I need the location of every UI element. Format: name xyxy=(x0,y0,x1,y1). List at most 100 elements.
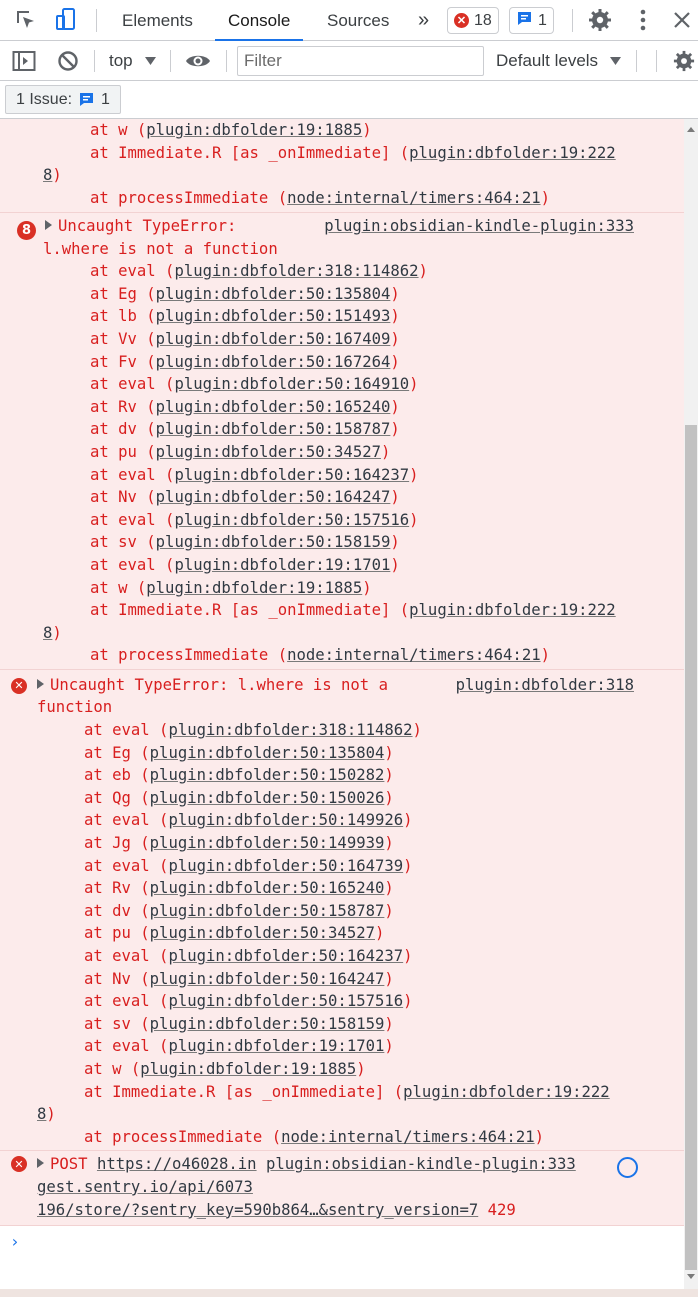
stack-link[interactable]: node:internal/timers:464:21 xyxy=(281,1128,534,1146)
message-icon xyxy=(80,93,94,106)
show-sidebar-icon[interactable] xyxy=(10,47,38,75)
stack-link[interactable]: plugin:dbfolder:19:1885 xyxy=(140,1060,356,1078)
stack-line: at eval (plugin:dbfolder:50:164910) xyxy=(43,375,419,394)
dropdown-arrow-icon xyxy=(610,57,622,65)
stack-link[interactable]: plugin:dbfolder:50:158787 xyxy=(150,902,385,920)
stack-line: at processImmediate (node:internal/timer… xyxy=(43,188,550,207)
console-settings-gear-icon[interactable] xyxy=(670,47,698,75)
stack-link[interactable]: plugin:dbfolder:19:1701 xyxy=(174,556,390,574)
console-message-grouped-error[interactable]: 8 Uncaught TypeError: plugin:obsidian-kin… xyxy=(0,213,684,670)
stack-link[interactable]: plugin:dbfolder:50:157516 xyxy=(168,992,403,1010)
context-value: top xyxy=(109,51,133,70)
tab-sources[interactable]: Sources xyxy=(327,0,389,41)
stack-link[interactable]: plugin:dbfolder:50:158159 xyxy=(150,1015,385,1033)
clear-console-icon[interactable] xyxy=(54,47,82,75)
filter-input[interactable] xyxy=(237,46,484,76)
error-count-badge[interactable]: ✕ 18 xyxy=(447,7,499,34)
request-url-line: gest.sentry.io/api/6073 xyxy=(37,1176,678,1199)
stack-link[interactable]: plugin:dbfolder:50:165240 xyxy=(150,879,385,897)
stack-link[interactable]: plugin:dbfolder:318:114862 xyxy=(174,262,418,280)
stack-line: at eval (plugin:dbfolder:318:114862) xyxy=(43,262,428,281)
inspect-element-icon[interactable] xyxy=(12,6,40,34)
scrollbar-thumb[interactable] xyxy=(685,425,697,1270)
message-count-badge[interactable]: 1 xyxy=(509,7,554,34)
stack-link[interactable]: plugin:dbfolder:50:164247 xyxy=(150,970,385,988)
error-header[interactable]: Uncaught TypeError: plugin:obsidian-kindl… xyxy=(45,215,678,238)
network-header[interactable]: POST https://o46028.in plugin:obsidian-k… xyxy=(37,1153,678,1176)
stack-line: at sv (plugin:dbfolder:50:158159) xyxy=(37,1014,394,1033)
device-toolbar-icon[interactable] xyxy=(52,6,80,34)
console-scrollbar[interactable] xyxy=(684,119,698,1289)
stack-link[interactable]: plugin:dbfolder:50:167264 xyxy=(156,353,391,371)
stack-link[interactable]: plugin:dbfolder:50:158787 xyxy=(156,420,391,438)
stack-link[interactable]: plugin:dbfolder:19:1885 xyxy=(146,121,362,139)
stack-link[interactable]: plugin:dbfolder:50:164910 xyxy=(174,375,409,393)
request-url-link[interactable]: gest.sentry.io/api/6073 xyxy=(37,1178,253,1196)
stack-link[interactable]: plugin:dbfolder:50:34527 xyxy=(156,443,381,461)
stack-link[interactable]: 8 xyxy=(37,1105,46,1123)
stack-link[interactable]: node:internal/timers:464:21 xyxy=(287,189,540,207)
toolbar-divider xyxy=(226,50,227,72)
stack-line: at w (plugin:dbfolder:19:1885) xyxy=(43,578,372,597)
stack-link[interactable]: plugin:dbfolder:50:157516 xyxy=(174,511,409,529)
message-source-link[interactable]: plugin:obsidian-kindle-plugin:333 xyxy=(266,1155,576,1173)
stack-link[interactable]: plugin:dbfolder:50:151493 xyxy=(156,307,391,325)
request-url-link[interactable]: https://o46028.in xyxy=(97,1155,257,1173)
issues-button[interactable]: 1 Issue: 1 xyxy=(5,85,121,114)
stack-link[interactable]: plugin:dbfolder:50:149939 xyxy=(150,834,385,852)
console-message-continued: at w (plugin:dbfolder:19:1885) at Immedi… xyxy=(0,119,684,213)
tab-elements[interactable]: Elements xyxy=(122,0,193,41)
stack-line: 8) xyxy=(37,1105,56,1124)
stack-link[interactable]: plugin:dbfolder:50:34527 xyxy=(150,924,375,942)
stack-link[interactable]: 8 xyxy=(43,166,52,184)
console-message-error[interactable]: ✕ Uncaught TypeError: l.where is not a pl… xyxy=(0,669,684,1152)
scroll-up-arrow-icon[interactable] xyxy=(687,127,695,132)
stack-link[interactable]: plugin:dbfolder:19:222 xyxy=(409,601,616,619)
expand-triangle-icon[interactable] xyxy=(37,1158,44,1169)
error-header[interactable]: Uncaught TypeError: l.where is not a plug… xyxy=(37,674,678,697)
stack-link[interactable]: plugin:dbfolder:50:167409 xyxy=(156,330,391,348)
stack-link[interactable]: plugin:dbfolder:19:1885 xyxy=(146,579,362,597)
stack-link[interactable]: plugin:dbfolder:50:164247 xyxy=(156,488,391,506)
stack-line: at processImmediate (node:internal/timer… xyxy=(37,1127,544,1146)
stack-link[interactable]: plugin:dbfolder:50:165240 xyxy=(156,398,391,416)
stack-link[interactable]: plugin:dbfolder:19:1701 xyxy=(168,1037,384,1055)
log-levels-dropdown[interactable]: Default levels xyxy=(496,41,622,81)
message-source-link[interactable]: plugin:obsidian-kindle-plugin:333 xyxy=(324,215,634,238)
tab-console[interactable]: Console xyxy=(215,0,304,41)
context-selector[interactable]: top xyxy=(109,41,156,81)
stack-link[interactable]: plugin:dbfolder:50:135804 xyxy=(156,285,391,303)
expand-triangle-icon[interactable] xyxy=(45,220,52,230)
stack-link[interactable]: plugin:dbfolder:50:150282 xyxy=(150,766,385,784)
stack-line: at lb (plugin:dbfolder:50:151493) xyxy=(43,307,400,326)
stack-link[interactable]: plugin:dbfolder:50:158159 xyxy=(156,533,391,551)
stack-link[interactable]: plugin:dbfolder:50:150026 xyxy=(150,789,385,807)
stack-link[interactable]: plugin:dbfolder:50:149926 xyxy=(168,811,403,829)
request-url-link[interactable]: 196/store/?sentry_key=590b864…&sentry_ve… xyxy=(37,1201,478,1219)
stack-line: at eval (plugin:dbfolder:19:1701) xyxy=(43,555,400,574)
settings-gear-icon[interactable] xyxy=(586,6,614,34)
stack-link[interactable]: plugin:dbfolder:50:164237 xyxy=(174,466,409,484)
stack-link[interactable]: 8 xyxy=(43,624,52,642)
stack-link[interactable]: plugin:dbfolder:19:222 xyxy=(409,144,616,162)
stack-link[interactable]: plugin:dbfolder:318:114862 xyxy=(168,721,412,739)
stack-link[interactable]: plugin:dbfolder:50:164237 xyxy=(168,947,403,965)
bottom-edge xyxy=(0,1289,698,1297)
live-expression-eye-icon[interactable] xyxy=(184,47,212,75)
log-levels-label: Default levels xyxy=(496,51,599,70)
stack-link[interactable]: plugin:dbfolder:19:222 xyxy=(403,1083,610,1101)
stack-line: at Immediate.R [as _onImmediate] (plugin… xyxy=(37,1082,610,1101)
console-message-network-error[interactable]: ✕ POST https://o46028.in plugin:obsidian… xyxy=(0,1151,684,1227)
toolbar-divider xyxy=(636,50,637,72)
stack-link[interactable]: plugin:dbfolder:50:164739 xyxy=(168,857,403,875)
stack-link[interactable]: node:internal/timers:464:21 xyxy=(287,646,540,664)
expand-triangle-icon[interactable] xyxy=(37,678,44,689)
toolbar-divider xyxy=(572,9,573,32)
more-tabs-button[interactable]: » xyxy=(418,0,429,41)
stack-link[interactable]: plugin:dbfolder:50:135804 xyxy=(150,744,385,762)
close-devtools-icon[interactable] xyxy=(668,6,696,34)
message-source-link[interactable]: plugin:dbfolder:318 xyxy=(456,674,634,697)
console-prompt[interactable]: › xyxy=(10,1232,20,1251)
kebab-menu-icon[interactable] xyxy=(629,6,657,34)
scroll-down-arrow-icon[interactable] xyxy=(687,1274,695,1279)
